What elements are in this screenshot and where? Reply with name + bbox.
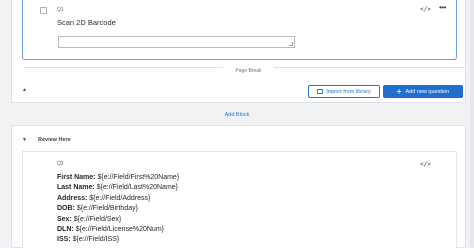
field-value: ${e://Field/Last%20Name}: [94, 184, 179, 192]
field-value: ${e://Field/License%20Num}: [73, 226, 164, 234]
block-title[interactable]: Review Here: [38, 137, 71, 143]
question-block-review: ▼ Review Here Q2 </> First Name: ${e://F…: [11, 125, 466, 248]
library-icon: [317, 89, 324, 94]
field-value: ${e://Field/ISS}: [70, 236, 120, 244]
scrollbar-track[interactable]: [470, 0, 474, 248]
question-text[interactable]: Scan 2D Barcode: [57, 18, 116, 27]
field-line-first-name: First Name: ${e://Field/First%20Name}: [57, 173, 179, 183]
question-card-q2[interactable]: Q2 </> First Name: ${e://Field/First%20N…: [22, 151, 457, 248]
field-value: ${e://Field/Address}: [87, 194, 151, 202]
answer-textarea[interactable]: [58, 36, 295, 48]
code-icon[interactable]: </>: [420, 161, 431, 168]
field-label: DLN:: [57, 226, 74, 234]
question-text[interactable]: First Name: ${e://Field/First%20Name} La…: [57, 173, 179, 246]
field-line-last-name: Last Name: ${e://Field/Last%20Name}: [57, 183, 179, 193]
add-new-question-button[interactable]: + Add new question: [383, 85, 463, 98]
field-label: Address:: [57, 194, 88, 202]
field-label: Sex:: [57, 215, 72, 223]
add-new-question-label: Add new question: [405, 88, 450, 95]
add-block-link[interactable]: Add Block: [0, 112, 474, 118]
question-block-default: Q1 Scan 2D Barcode </> ••• Page Break ▲ …: [11, 0, 466, 103]
field-line-iss: ISS: ${e://Field/ISS}: [57, 235, 179, 245]
field-line-dln: DLN: ${e://Field/License%20Num}: [57, 225, 179, 235]
plus-icon: +: [396, 86, 402, 96]
field-value: ${e://Field/First%20Name}: [95, 174, 180, 181]
collapse-block-icon[interactable]: ▲: [22, 87, 27, 93]
more-options-icon[interactable]: •••: [439, 3, 446, 12]
question-select-checkbox[interactable]: [40, 7, 47, 14]
field-label: DOB:: [57, 205, 75, 213]
field-line-dob: DOB: ${e://Field/Birthday}: [57, 204, 179, 214]
resize-handle-icon[interactable]: [289, 42, 293, 46]
field-line-address: Address: ${e://Field/Address}: [57, 194, 179, 204]
code-icon[interactable]: </>: [420, 6, 431, 13]
page-break-line: [23, 67, 223, 68]
field-value: ${e://Field/Birthday}: [74, 205, 138, 213]
survey-editor: Q1 Scan 2D Barcode </> ••• Page Break ▲ …: [0, 0, 474, 248]
field-label: ISS:: [57, 236, 71, 244]
question-card-q1[interactable]: Q1 Scan 2D Barcode </> •••: [22, 0, 457, 60]
page-break-line: [274, 67, 466, 68]
import-from-library-label: Import from library: [326, 88, 371, 95]
page-break-label: Page Break: [235, 68, 262, 74]
question-id: Q2: [57, 161, 64, 167]
field-label: First Name:: [57, 174, 96, 181]
collapse-block-icon[interactable]: ▼: [22, 137, 27, 143]
field-label: Last Name:: [57, 184, 95, 192]
import-from-library-button[interactable]: Import from library: [308, 85, 380, 98]
field-line-sex: Sex: ${e://Field/Sex}: [57, 215, 179, 225]
question-id: Q1: [57, 7, 64, 13]
field-value: ${e://Field/Sex}: [71, 215, 122, 223]
